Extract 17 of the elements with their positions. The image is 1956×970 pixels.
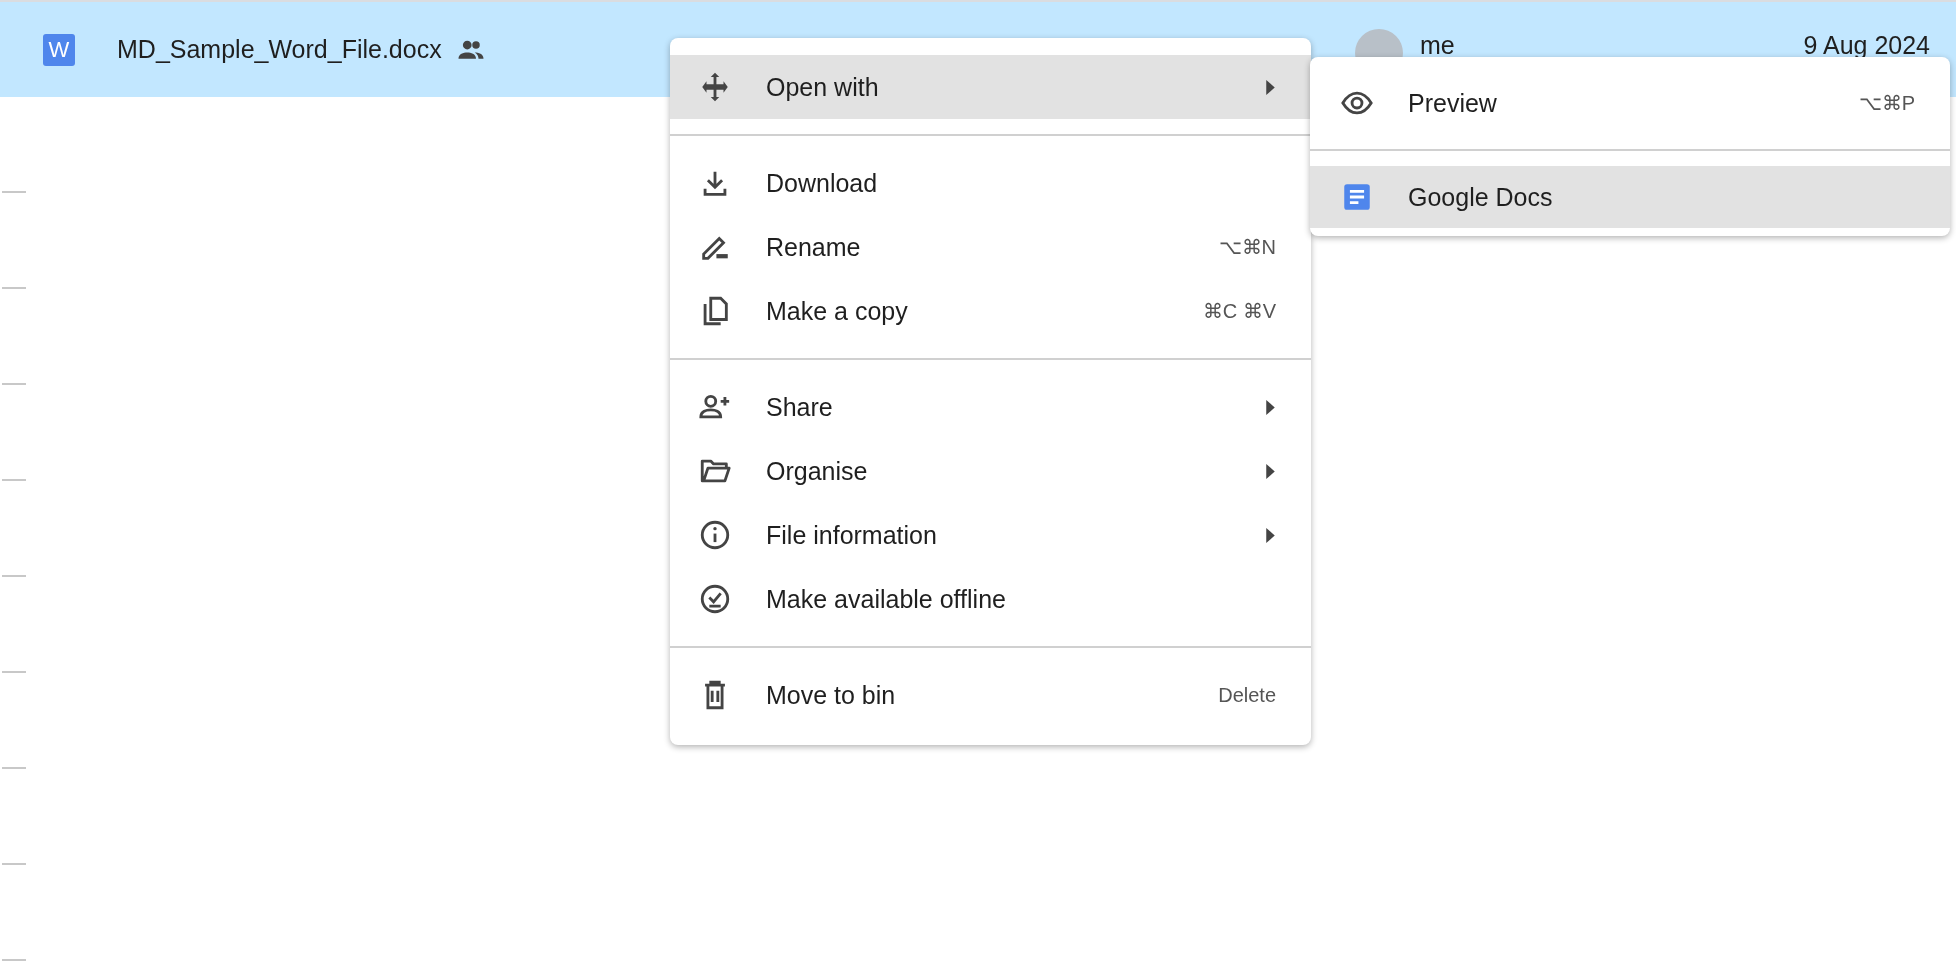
menu-item[interactable]: Move to bin Delete <box>670 663 1311 727</box>
menu-item[interactable]: Make available offline <box>670 567 1311 631</box>
menu-item[interactable]: Preview ⌥⌘P <box>1310 72 1950 134</box>
check-circle-icon <box>698 582 732 616</box>
menu-item[interactable]: Open with <box>670 55 1311 119</box>
menu-item[interactable]: Download <box>670 151 1311 215</box>
menu-item[interactable]: Google Docs <box>1310 166 1950 228</box>
menu-item[interactable]: File information <box>670 503 1311 567</box>
info-icon <box>698 518 732 552</box>
owner-name: me <box>1420 31 1455 60</box>
modified-date: 9 Aug 2024 <box>1803 31 1930 60</box>
menu-item[interactable]: Make a copy ⌘C ⌘V <box>670 279 1311 343</box>
menu-item[interactable]: Rename ⌥⌘N <box>670 215 1311 279</box>
menu-item[interactable]: Organise <box>670 439 1311 503</box>
menu-item[interactable]: Share <box>670 375 1311 439</box>
word-file-icon: W <box>43 33 75 66</box>
file-name: MD_Sample_Word_File.docx <box>117 35 442 64</box>
